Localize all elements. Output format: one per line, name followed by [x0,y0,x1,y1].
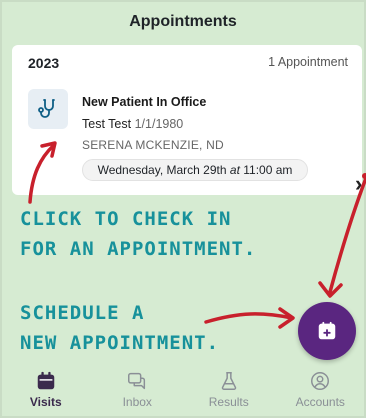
chevron-right-icon[interactable]: › [355,171,362,197]
calendar-plus-icon [318,321,336,340]
check-in-annotation: CLICK TO CHECK IN FOR AN APPOINTMENT. [20,204,256,264]
tab-inbox[interactable]: Inbox [97,370,177,409]
page-title: Appointments [129,13,237,30]
check-in-line-2: FOR AN APPOINTMENT. [20,238,257,260]
stethoscope-icon [28,89,68,129]
patient-name: Test Test [82,117,132,131]
year-label: 2023 [28,55,60,71]
tab-visits[interactable]: Visits [6,370,86,409]
appointment-title: New Patient In Office [82,95,207,109]
check-in-line-1: CLICK TO CHECK IN [20,208,232,230]
calendar-icon [37,371,54,390]
schedule-line-1: SCHEDULE A [20,302,145,324]
tab-label-inbox: Inbox [122,395,152,409]
appointment-count: 1 Appointment [268,55,348,69]
flask-icon [221,372,236,390]
date-time: 11:00 am [243,163,293,177]
appointment-card[interactable]: 2023 1 Appointment New Patient In Office… [12,45,362,197]
schedule-appointment-button[interactable] [298,302,356,360]
patient-dob: 1/1/1980 [134,117,184,131]
tab-accounts[interactable]: Accounts [280,370,360,409]
tab-label-visits: Visits [29,395,62,409]
bottom-tab-bar: Visits Inbox Results Accounts [0,364,366,418]
schedule-annotation: SCHEDULE A NEW APPOINTMENT. [20,298,219,358]
tab-label-accounts: Accounts [295,395,345,409]
date-prefix: Wednesday, March 29th [97,163,227,177]
date-at: at [229,163,240,177]
tab-label-results: Results [208,395,249,409]
appointment-datetime: Wednesday, March 29th at 11:00 am [82,159,308,181]
chat-icon [128,372,146,390]
provider-name: SERENA MCKENZIE, ND [82,138,224,152]
tab-results[interactable]: Results [189,370,269,409]
patient-info: Test Test 1/1/1980 [82,117,183,131]
user-circle-icon [311,372,330,390]
schedule-line-2: NEW APPOINTMENT. [20,332,220,354]
